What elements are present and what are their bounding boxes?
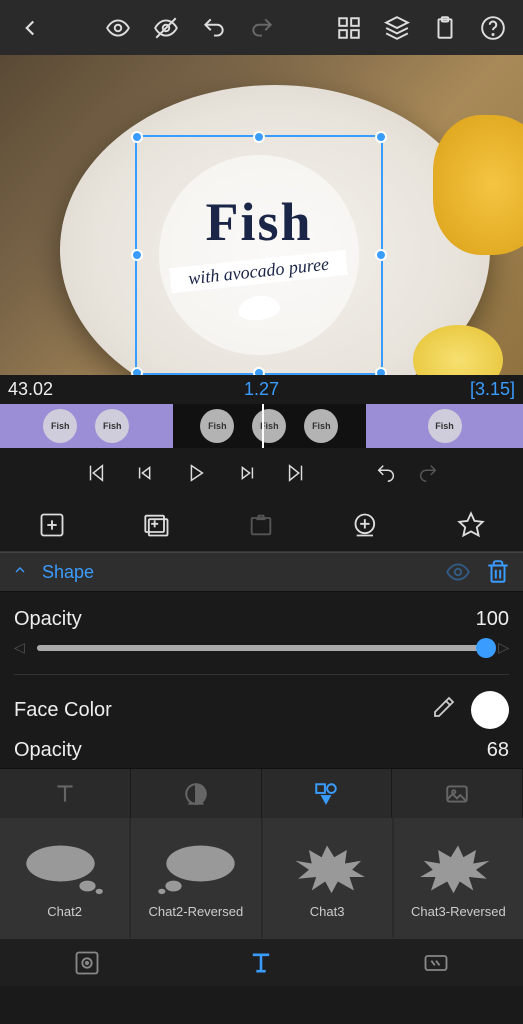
tool-row [0,498,523,552]
grid-icon[interactable] [327,6,371,50]
clip-segment-selected[interactable]: Fish Fish Fish [173,404,367,448]
title-overlay: Fish with avocado puree [159,155,359,355]
undo-button[interactable] [192,6,236,50]
resize-handle[interactable] [131,367,143,375]
clip-thumb: Fish [200,409,234,443]
shape-chat2[interactable]: Chat2 [0,818,129,938]
clip-thumb: Fish [428,409,462,443]
nav-target-icon[interactable] [73,949,101,977]
visibility-icon[interactable] [445,559,471,585]
resize-handle[interactable] [131,131,143,143]
resize-handle[interactable] [131,249,143,261]
overlay-subtitle-strip: with avocado puree [170,249,349,292]
history-undo-button[interactable] [371,458,401,488]
clipboard-icon[interactable] [423,6,467,50]
bottom-nav [0,938,523,986]
shape-label: Chat3-Reversed [411,904,506,919]
leaf-icon [237,293,282,323]
resize-handle[interactable] [375,367,387,375]
color-swatch[interactable] [471,691,509,729]
layers-icon[interactable] [375,6,419,50]
tab-text[interactable] [0,769,131,818]
skip-end-button[interactable] [281,458,311,488]
preview-hidden-icon[interactable] [144,6,188,50]
face-opacity-label: Opacity [14,739,82,762]
resize-handle[interactable] [253,367,265,375]
playback-controls [0,448,523,498]
shape-chat3[interactable]: Chat3 [263,818,392,938]
nav-text-icon[interactable] [247,949,275,977]
shape-label: Chat2 [47,904,82,919]
face-color-label: Face Color [14,699,112,722]
tab-image[interactable] [392,769,523,818]
section-title: Shape [42,562,431,583]
selection-bounding-box[interactable]: Fish with avocado puree [135,135,383,375]
time-clip: 1.27 [244,379,279,400]
time-total: [3.15] [470,379,515,400]
delete-icon[interactable] [485,559,511,585]
properties-panel: Opacity 100 ◁ ▷ Face Color Opacity 68 [0,592,523,762]
tab-contrast[interactable] [131,769,262,818]
clip-thumb: Fish [304,409,338,443]
category-tabs [0,768,523,818]
overlay-title: Fish [205,191,312,253]
shape-chat2-reversed[interactable]: Chat2-Reversed [131,818,260,938]
clip-segment[interactable]: Fish [366,404,523,448]
slider-decrement[interactable]: ◁ [14,639,25,656]
help-icon[interactable] [471,6,515,50]
frame-back-button[interactable] [131,458,161,488]
clip-thumb: Fish [252,409,286,443]
skip-start-button[interactable] [81,458,111,488]
opacity-slider[interactable] [37,645,486,651]
shape-label: Chat3 [310,904,345,919]
resize-handle[interactable] [375,131,387,143]
shape-picker: Chat2 Chat2-Reversed Chat3 Chat3-Reverse… [0,818,523,938]
frame-forward-button[interactable] [231,458,261,488]
timeline-track[interactable]: Fish Fish Fish Fish Fish Fish [0,404,523,448]
overlay-subtitle: with avocado puree [188,253,331,289]
section-header[interactable]: Shape [0,552,523,592]
preview-visible-icon[interactable] [96,6,140,50]
collapse-icon[interactable] [12,562,28,583]
add-layer-button[interactable] [138,506,176,544]
nav-ticket-icon[interactable] [422,949,450,977]
divider [14,674,509,675]
clip-thumb: Fish [95,409,129,443]
favorite-button[interactable] [452,506,490,544]
shape-label: Chat2-Reversed [149,904,244,919]
opacity-value: 100 [476,608,509,631]
edit-button[interactable] [242,506,280,544]
back-button[interactable] [8,6,52,50]
clip-segment[interactable]: Fish Fish [0,404,173,448]
resize-handle[interactable] [253,131,265,143]
time-display: 43.02 1.27 [3.15] [0,375,523,404]
play-button[interactable] [181,458,211,488]
resize-handle[interactable] [375,249,387,261]
opacity-label: Opacity [14,608,82,631]
slider-increment[interactable]: ▷ [498,639,509,656]
pepper-graphic [433,115,523,255]
playhead[interactable] [262,404,264,448]
zoom-add-button[interactable] [347,506,385,544]
eyedropper-icon[interactable] [431,696,455,725]
face-opacity-value: 68 [487,739,509,762]
video-preview[interactable]: Fish with avocado puree [0,55,523,375]
time-current: 43.02 [8,379,53,400]
redo-button[interactable] [240,6,284,50]
shape-chat3-reversed[interactable]: Chat3-Reversed [394,818,523,938]
history-redo-button[interactable] [413,458,443,488]
add-button[interactable] [33,506,71,544]
top-toolbar [0,0,523,55]
tab-shapes[interactable] [262,769,393,818]
clip-thumb: Fish [43,409,77,443]
slider-knob[interactable] [476,638,496,658]
